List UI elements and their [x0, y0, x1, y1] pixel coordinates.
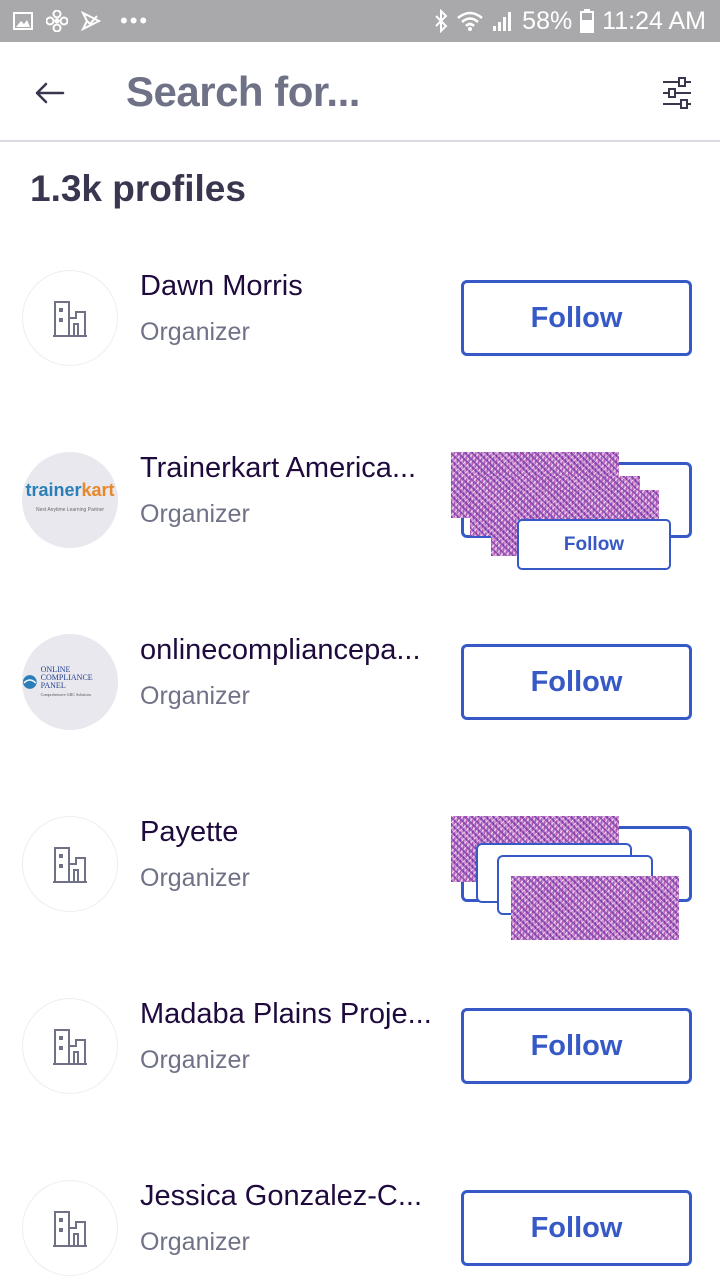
profile-row[interactable]: Dawn Morris Organizer Follow — [0, 250, 720, 400]
organization-building-icon — [53, 1029, 87, 1065]
battery-percent: 58% — [522, 6, 573, 35]
profile-role: Organizer — [140, 318, 250, 346]
profile-name[interactable]: onlinecompliancepa... — [140, 634, 440, 667]
avatar: trainerkart Next Anytime Learning Partne… — [22, 452, 118, 548]
filter-sliders-icon — [663, 77, 691, 109]
avatar — [22, 1180, 118, 1276]
back-button[interactable] — [26, 70, 72, 116]
organization-building-icon — [53, 1211, 87, 1247]
profile-role: Organizer — [140, 682, 250, 710]
profile-name[interactable]: Dawn Morris — [140, 270, 440, 303]
search-input[interactable]: Search for... — [126, 68, 360, 116]
profile-role: Organizer — [140, 1228, 250, 1256]
follow-button[interactable]: Follow — [461, 280, 692, 356]
follow-button[interactable]: Follow — [517, 519, 671, 570]
signal-icon — [492, 9, 514, 33]
profile-name[interactable]: Jessica Gonzalez-C... — [140, 1180, 440, 1213]
profile-row[interactable]: ONLINE COMPLIANCE PANEL Comprehensive GR… — [0, 614, 720, 764]
avatar — [22, 816, 118, 912]
profile-role: Organizer — [140, 864, 250, 892]
bluetooth-icon — [434, 9, 448, 33]
organization-building-icon — [53, 301, 87, 337]
profile-row[interactable]: Madaba Plains Proje... Organizer Follow — [0, 978, 720, 1128]
more-notifications-icon: ••• — [120, 8, 150, 33]
render-artifact — [511, 876, 679, 940]
gallery-icon — [12, 10, 34, 32]
fan-icon — [46, 10, 68, 32]
avatar: ONLINE COMPLIANCE PANEL Comprehensive GR… — [22, 634, 118, 730]
wifi-icon — [456, 9, 484, 33]
profile-row[interactable]: Payette Organizer — [0, 796, 720, 946]
organization-building-icon — [53, 847, 87, 883]
profile-name[interactable]: Trainerkart America... — [140, 452, 440, 485]
clock: 11:24 AM — [602, 6, 706, 35]
follow-button[interactable]: Follow — [461, 1008, 692, 1084]
filter-button[interactable] — [654, 70, 700, 116]
notification-icons: ••• — [12, 8, 149, 34]
avatar — [22, 270, 118, 366]
profile-name[interactable]: Payette — [140, 816, 440, 849]
profile-row[interactable]: trainerkart Next Anytime Learning Partne… — [0, 432, 720, 582]
profile-role: Organizer — [140, 500, 250, 528]
trainerkart-logo: trainerkart Next Anytime Learning Partne… — [25, 480, 115, 513]
back-arrow-icon — [35, 82, 65, 104]
online-compliance-panel-logo: ONLINE COMPLIANCE PANEL Comprehensive GR… — [22, 665, 118, 699]
profile-name[interactable]: Madaba Plains Proje... — [140, 998, 440, 1031]
results-count: 1.3k profiles — [30, 168, 246, 209]
app-bar: Search for... — [0, 42, 720, 142]
battery-icon — [580, 9, 595, 33]
send-icon — [80, 10, 102, 32]
profile-role: Organizer — [140, 1046, 250, 1074]
globe-icon — [22, 675, 37, 689]
avatar — [22, 998, 118, 1094]
system-icons: 58% 11:24 AM — [434, 7, 706, 35]
status-bar: ••• 58% 11:24 AM — [0, 0, 720, 42]
profile-row[interactable]: Jessica Gonzalez-C... Organizer Follow — [0, 1160, 720, 1280]
follow-button[interactable]: Follow — [461, 644, 692, 720]
follow-button[interactable]: Follow — [461, 1190, 692, 1266]
